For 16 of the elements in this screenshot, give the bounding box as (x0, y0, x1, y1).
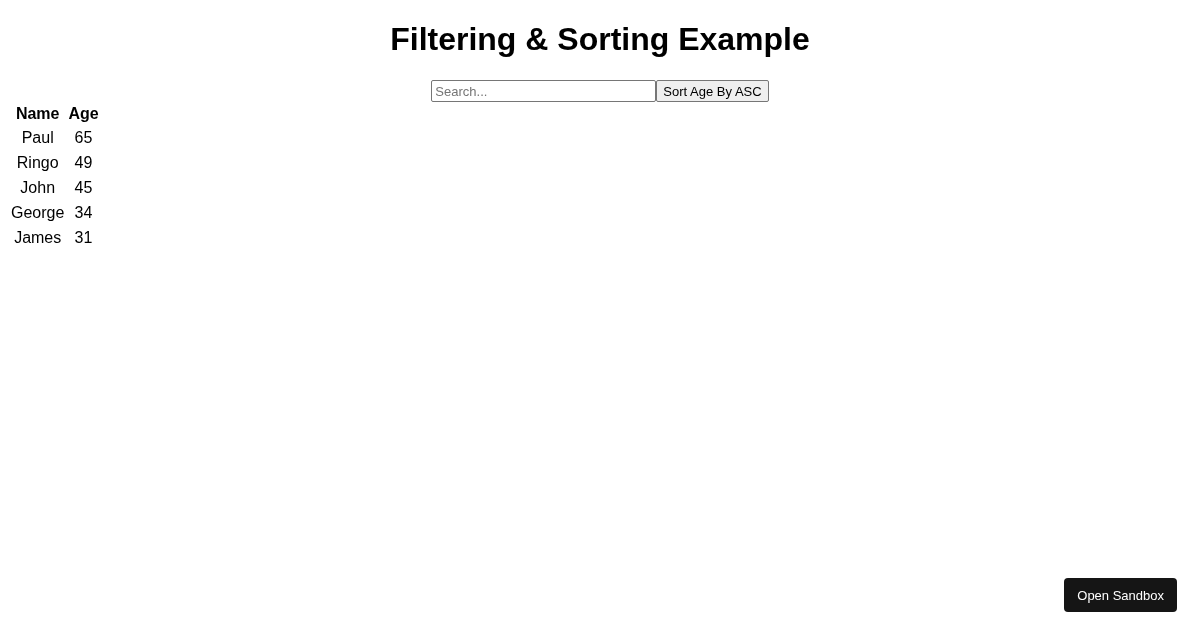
table-cell-text: Ringo (15, 152, 60, 173)
table-cell-text: 45 (73, 177, 94, 198)
column-header: Age (67, 104, 100, 124)
table-cell-text: George (10, 202, 66, 223)
column-header: Name (14, 104, 61, 124)
table-cell-text: Paul (20, 127, 55, 148)
table-cell-text: John (19, 177, 57, 198)
table-cell-text: James (13, 227, 63, 248)
open-sandbox-button[interactable]: Open Sandbox (1064, 578, 1177, 612)
table-cell-text: 65 (73, 127, 94, 148)
table-cell-text: 31 (73, 227, 94, 248)
page-title: Filtering & Sorting Example (389, 21, 811, 58)
table-cell-text: 49 (73, 152, 94, 173)
sort-button[interactable]: Sort Age By ASC (656, 80, 769, 102)
table-cell-text: 34 (73, 202, 94, 223)
search-field[interactable]: Search... (431, 80, 657, 102)
